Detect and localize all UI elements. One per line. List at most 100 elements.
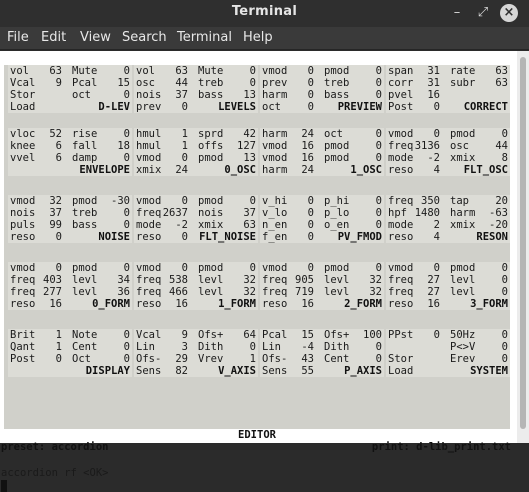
param-line: harm 24 oct 0	[262, 128, 382, 140]
param-block[interactable]: vmod 0 pmod 0 freq 905 levl 32 freq 719 levl 32 reso…	[260, 262, 384, 310]
param-value: 1480	[414, 207, 440, 219]
param-value: 20	[495, 195, 508, 207]
param-value: 0	[375, 152, 382, 164]
param-block[interactable]: span 31 rate 63 corr 31 subr 63 pvel 16 Post 0 CORRE…	[386, 65, 510, 113]
param-name: Sens	[262, 365, 288, 377]
param-line: freq 2637 nois 37	[136, 207, 256, 219]
param-line: freq 350 tap 20	[388, 195, 508, 207]
param-line: v_hi 0 p_hi 0	[262, 195, 382, 207]
param-value: 16	[49, 298, 62, 310]
param-block[interactable]: harm 24 oct 0 vmod 16 pmod 0 vmod 16 pmod 0 harm 24 1_…	[260, 128, 384, 176]
param-name: span	[388, 65, 414, 77]
param-block[interactable]: vol 63 Mute 0 osc 44 treb 0 nois 37 bass 13 prev 0 LEV…	[134, 65, 258, 113]
param-value: 24	[301, 164, 314, 176]
param-block[interactable]: vmod 0 pmod 0 freq 538 levl 32 freq 466 levl 32 reso…	[134, 262, 258, 310]
param-block[interactable]: v_hi 0 p_hi 0 v_lo 0 p_lo 0 n_en 0 o_en 0 f_en 0 PV_FM…	[260, 195, 384, 243]
param-value: -4	[301, 341, 314, 353]
param-name: levl	[450, 286, 476, 298]
param-line: puls 99 bass 0	[10, 219, 130, 231]
param-block[interactable]: vmod 0 pmod 0 freq 2637 nois 37 mode -2 xmix 63 reso…	[134, 195, 258, 243]
param-block[interactable]: vloc 52 rise 0 knee 6 fall 18 vvel 6 damp 0 ENVELOPE	[8, 128, 132, 176]
param-block[interactable]: vmod 0 pmod 0 freq 27 levl 0 freq 27 levl 0 reso 16 3_…	[386, 262, 510, 310]
param-value: 127	[237, 140, 256, 152]
scrollbar[interactable]	[517, 51, 529, 443]
param-value: 0	[249, 65, 256, 77]
param-value: 0	[307, 231, 314, 243]
block-name: 3_FORM	[470, 298, 508, 310]
close-icon[interactable]: ×	[500, 4, 518, 22]
param-name: freq	[388, 140, 414, 152]
param-name: Pcal	[72, 77, 98, 89]
param-block[interactable]: Vcal 9 Ofs+ 64 Lin 3 Dith 0 Ofs- 29 Vrev 1 Sens 82 V_A…	[134, 329, 258, 377]
param-value: 100	[363, 329, 382, 341]
param-block[interactable]: Brit 1 Note 0 Qant 1 Cent 0 Post 0 Oct 0 DISPLAY	[8, 329, 132, 377]
block-name: PV_FMOD	[337, 231, 382, 243]
param-name: xmix	[450, 219, 476, 231]
menu-file[interactable]: File	[7, 30, 29, 45]
param-line: pvel 16	[388, 89, 508, 101]
param-block[interactable]: vol 63 Mute 0 Vcal 9 Pcal 15 Stor oct 0 Load D-LEV	[8, 65, 132, 113]
param-line: freq 27 levl 0	[388, 274, 508, 286]
param-line: hmul 1 offs 127	[136, 140, 256, 152]
param-value: 2637	[162, 207, 188, 219]
param-block[interactable]: vmod 0 pmod 0 prev 0 treb 0 harm 0 bass 0 oct 0 PREVIE…	[260, 65, 384, 113]
scrollbar-thumb[interactable]	[520, 57, 526, 429]
block-name: P_AXIS	[344, 365, 382, 377]
param-name: Post	[388, 101, 414, 113]
param-block[interactable]: vmod 0 pmod 0 freq 403 levl 34 freq 277 levl 36 reso…	[8, 262, 132, 310]
param-name: offs	[198, 140, 224, 152]
param-value: 3	[181, 341, 188, 353]
param-line: freq 3136 osc 44	[388, 140, 508, 152]
menu-edit[interactable]: Edit	[41, 30, 66, 45]
param-value: 0	[307, 195, 314, 207]
menu-search[interactable]: Search	[122, 30, 167, 45]
param-value: 0	[501, 341, 508, 353]
param-line: corr 31 subr 63	[388, 77, 508, 89]
param-name: n_en	[262, 219, 288, 231]
param-line: vmod 0 pmod 0	[136, 195, 256, 207]
param-name: Ofs-	[136, 353, 162, 365]
param-value: 0	[123, 262, 130, 274]
menu-view[interactable]: View	[80, 30, 111, 45]
param-value: 0	[123, 89, 130, 101]
param-name: reso	[388, 164, 414, 176]
param-line: freq 538 levl 32	[136, 274, 256, 286]
param-value: 350	[421, 195, 440, 207]
param-block[interactable]: vmod 0 pmod 0 freq 3136 osc 44 mode -2 xmix 8 reso 4 F…	[386, 128, 510, 176]
param-value: 277	[43, 286, 62, 298]
param-value: 16	[301, 140, 314, 152]
param-name: pmod	[324, 65, 350, 77]
param-block[interactable]: vmod 32 pmod -30 nois 37 treb 0 puls 99 bass 0 reso 0…	[8, 195, 132, 243]
param-block[interactable]: hmul 1 sprd 42 hmul 1 offs 127 vmod 0 pmod 13 xmix 24…	[134, 128, 258, 176]
param-name: Sens	[136, 365, 162, 377]
block-name: D-LEV	[98, 101, 130, 113]
param-value: 43	[301, 353, 314, 365]
block-name: ENVELOPE	[79, 164, 130, 176]
param-name: Vcal	[10, 77, 36, 89]
param-value: 34	[117, 274, 130, 286]
minimize-icon[interactable]: –	[448, 4, 466, 22]
terminal-area[interactable]: EDITOR vol 63 Mute 0 Vcal 9 Pcal 15 Stor oct 0 Load…	[0, 51, 517, 492]
param-value: 32	[49, 195, 62, 207]
menu-terminal[interactable]: Terminal	[177, 30, 232, 45]
param-name: vmod	[10, 195, 36, 207]
param-line: freq 466 levl 32	[136, 286, 256, 298]
param-name: subr	[450, 77, 476, 89]
param-block[interactable]: freq 350 tap 20 hpf 1480 harm -63 mode 2 xmix -20 re…	[386, 195, 510, 243]
param-block[interactable]: PPst 0 50Hz 0 P<>V 0 Stor Erev 0 Load SYSTEM	[386, 329, 510, 377]
menu-help[interactable]: Help	[243, 30, 273, 45]
param-line: PPst 0 50Hz 0	[388, 329, 508, 341]
block-name: 0_FORM	[92, 298, 130, 310]
maximize-icon[interactable]: ⤢	[474, 4, 492, 22]
param-name: vmod	[262, 152, 288, 164]
param-name: tap	[450, 195, 469, 207]
param-value: 24	[175, 164, 188, 176]
param-value: 31	[427, 77, 440, 89]
param-name: damp	[72, 152, 98, 164]
param-value: 0	[307, 207, 314, 219]
param-value: 24	[301, 128, 314, 140]
param-value: 538	[169, 274, 188, 286]
param-name: pmod	[324, 262, 350, 274]
param-line: vol 63 Mute 0	[10, 65, 130, 77]
param-block[interactable]: Pcal 15 Ofs+ 100 Lin -4 Dith 0 Ofs- 43 Cent 0 Sens 55…	[260, 329, 384, 377]
